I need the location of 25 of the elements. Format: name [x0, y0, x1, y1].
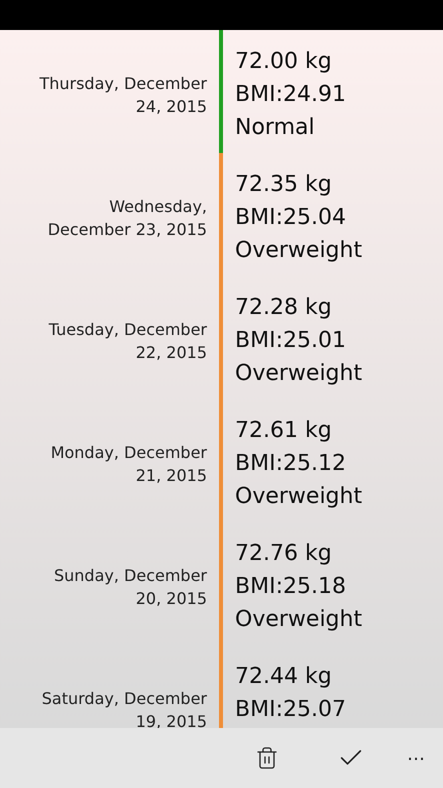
entry-bmi: BMI:25.01 [235, 327, 347, 355]
entry-weight: 72.00 kg [235, 48, 333, 76]
trash-icon [255, 746, 279, 770]
entry-date: Monday, December 21, 2015 [50, 442, 207, 486]
entry-weight: 72.35 kg [235, 171, 333, 199]
entry-weight: 72.28 kg [235, 294, 333, 322]
entry-date: Wednesday, December 23, 2015 [46, 196, 207, 240]
entry-date: Tuesday, December 22, 2015 [48, 318, 207, 364]
entry-status: Normal [235, 114, 316, 142]
entry-date: Thursday, December 24, 2015 [38, 72, 207, 118]
entry-status: Overweight [235, 237, 362, 265]
entry-status: Overweight [235, 483, 362, 511]
entry-status: Overweight [235, 606, 362, 634]
entry-status: Overweight [235, 360, 362, 388]
entry-weight: 72.44 kg [235, 663, 333, 691]
entry-bmi: BMI:25.07 [235, 696, 346, 724]
entry-weight: 72.76 kg [235, 540, 333, 568]
more-button[interactable]: … [403, 740, 429, 776]
entry-bmi: BMI:25.18 [235, 573, 347, 601]
entry-bmi: BMI:25.12 [235, 450, 347, 478]
entry-date: Sunday, December 20, 2015 [52, 564, 207, 610]
entry-bmi: BMI:24.91 [235, 81, 346, 109]
entry-bmi: BMI:25.04 [235, 204, 347, 232]
entry-weight: 72.61 kg [235, 417, 333, 445]
entry-date: Saturday, December 19, 2015 [40, 688, 207, 728]
